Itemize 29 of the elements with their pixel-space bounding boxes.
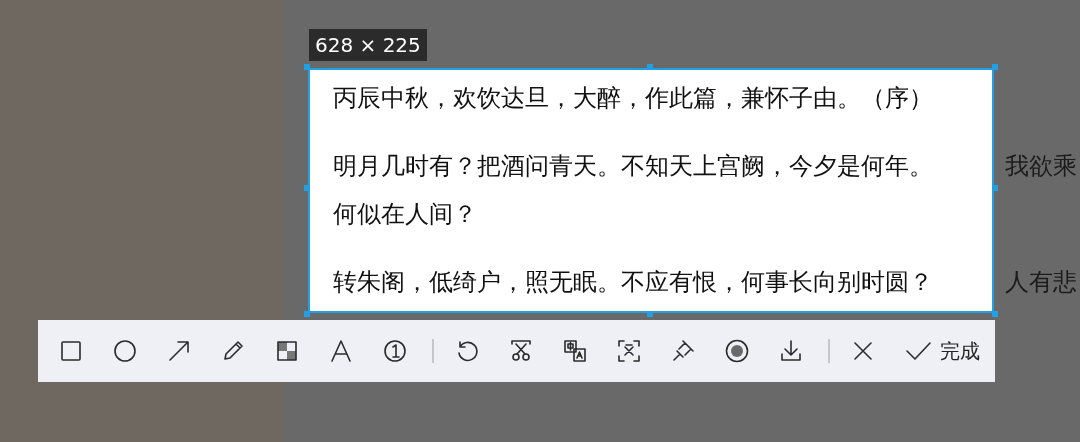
resize-handle[interactable] [992,185,998,191]
text-line: 我欲乘 [1005,151,1077,182]
text-line: 丙辰中秋，欢饮达旦，大醉，作此篇，兼怀子由。（序） [333,83,934,114]
scissors-icon [508,338,534,364]
resize-handle[interactable] [992,311,998,317]
selection-box[interactable] [308,68,994,313]
resize-handle[interactable] [992,64,998,70]
circle-icon [112,338,138,364]
pin-icon [670,338,696,364]
resize-handle[interactable] [304,185,310,191]
text-recognition-icon [616,338,642,364]
mosaic-icon [274,338,300,364]
resize-handle[interactable] [647,311,653,317]
resize-handle[interactable] [304,64,310,70]
text-line: 人有悲 [1005,267,1077,298]
resize-handle[interactable] [304,311,310,317]
text-line: 明月几时有？把酒问青天。不知天上宫阙，今夕是何年。 [333,151,934,182]
done-button[interactable]: 完成 [904,337,980,365]
text-line: 何似在人间？ [333,199,478,230]
resize-handle[interactable] [647,64,653,70]
text-line: 转朱阁，低绮户，照无眠。不应有恨，何事长向别时圆？ [333,267,934,298]
text-icon [328,338,354,364]
download-icon [778,338,804,364]
rectangle-icon [58,338,84,364]
number-icon [382,338,408,364]
size-label: 628 × 225 [309,29,427,61]
arrow-icon [166,338,192,364]
record-icon [724,338,750,364]
translate-icon [562,338,588,364]
